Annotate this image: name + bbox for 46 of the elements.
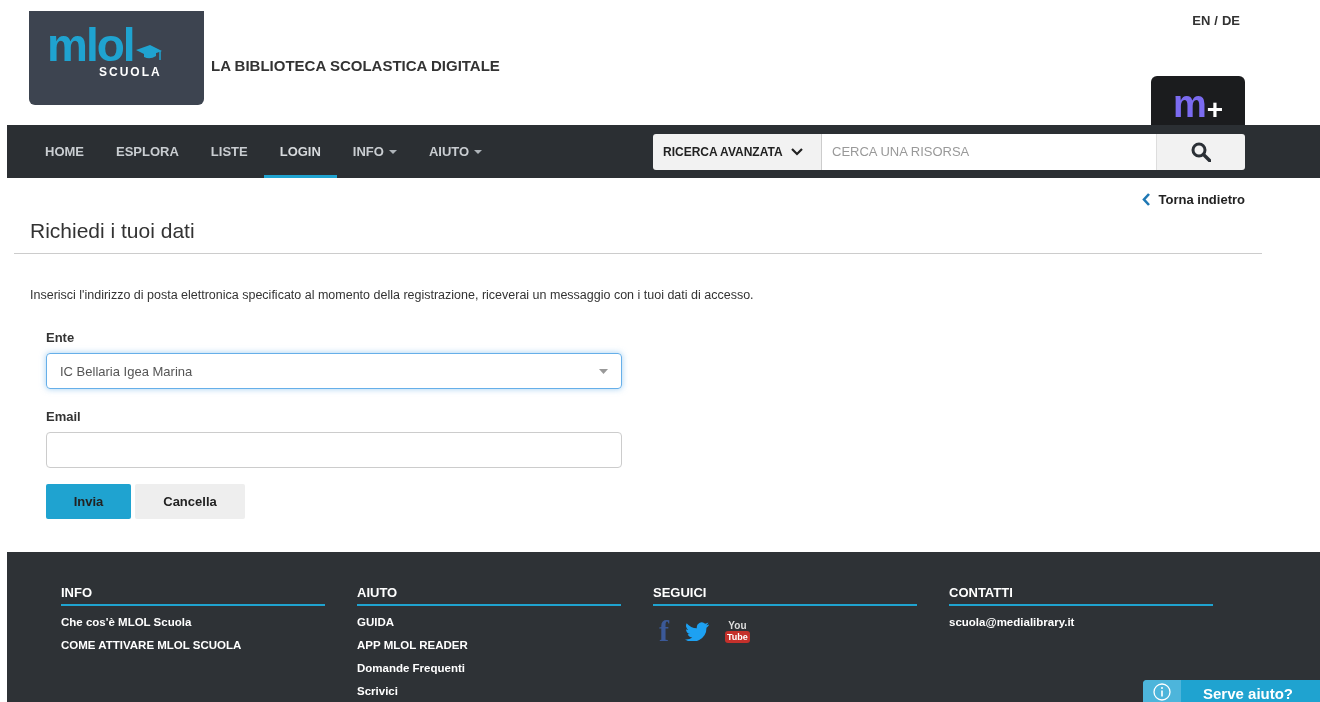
- search-icon: [1191, 141, 1211, 162]
- language-link[interactable]: EN: [1192, 13, 1211, 28]
- plus-tab[interactable]: m+: [1151, 76, 1245, 125]
- nav-item[interactable]: LISTE: [194, 125, 264, 178]
- footer-link[interactable]: Che cos'è MLOL Scuola: [61, 616, 325, 628]
- intro-text: Inserisci l'indirizzo di posta elettronica specificato al momento della registrazione, riceverai un messaggio con i tuoi dati di accesso.: [30, 288, 755, 302]
- select-field[interactable]: IC Bellaria Igea Marina: [46, 353, 622, 389]
- footer-link[interactable]: APP MLOL READER: [357, 639, 621, 651]
- caret-icon: [599, 368, 608, 374]
- info-icon: [1153, 683, 1171, 701]
- nav-item[interactable]: INFO: [336, 125, 413, 178]
- logo[interactable]: mlol SCUOLA: [29, 11, 204, 105]
- nav-item[interactable]: AIUTO: [412, 125, 499, 178]
- nav-item[interactable]: ESPLORA: [100, 125, 195, 178]
- footer-link[interactable]: scuola@medialibrary.it: [949, 616, 1213, 628]
- page-title: Richiedi i tuoi dati: [14, 219, 1262, 254]
- chevron-down-icon: [790, 147, 803, 156]
- twitter-icon[interactable]: [685, 621, 709, 641]
- language-link[interactable]: DE: [1221, 13, 1240, 28]
- nav-item[interactable]: HOME: [29, 125, 100, 178]
- graduation-cap-icon: [135, 45, 162, 61]
- search-mode-dropdown[interactable]: RICERCA AVANZATA: [653, 133, 821, 170]
- separator: /: [1214, 13, 1218, 28]
- footer-heading: INFO: [61, 585, 325, 606]
- back-link[interactable]: Torna indietro: [1141, 192, 1245, 207]
- caret-icon: [388, 149, 397, 154]
- logo-subtitle: SCUOLA: [99, 65, 162, 79]
- footer-link[interactable]: Domande Frequenti: [357, 662, 621, 674]
- cancel-button[interactable]: Cancella: [135, 484, 245, 519]
- footer-link[interactable]: GUIDA: [357, 616, 621, 628]
- footer-heading: SEGUICI: [653, 585, 917, 606]
- field-label: Email: [46, 409, 82, 424]
- logo-text: mlol: [47, 25, 134, 65]
- field-label: Ente: [46, 330, 76, 345]
- chevron-left-icon: [1141, 193, 1151, 206]
- caret-icon: [474, 149, 483, 154]
- search-field[interactable]: CERCA UNA RISORSA: [821, 133, 1156, 170]
- site-tagline: LA BIBLIOTECA SCOLASTICA DIGITALE: [211, 57, 500, 74]
- search-button[interactable]: [1156, 133, 1245, 170]
- footer-link[interactable]: Scrivici: [357, 685, 621, 697]
- footer-heading: AIUTO: [357, 585, 621, 606]
- nav-item[interactable]: LOGIN: [263, 125, 337, 178]
- footer-link[interactable]: COME ATTIVARE MLOL SCUOLA: [61, 639, 325, 651]
- submit-button[interactable]: Invia: [46, 484, 131, 519]
- email-field[interactable]: [46, 432, 622, 468]
- footer-heading: CONTATTI: [949, 585, 1213, 606]
